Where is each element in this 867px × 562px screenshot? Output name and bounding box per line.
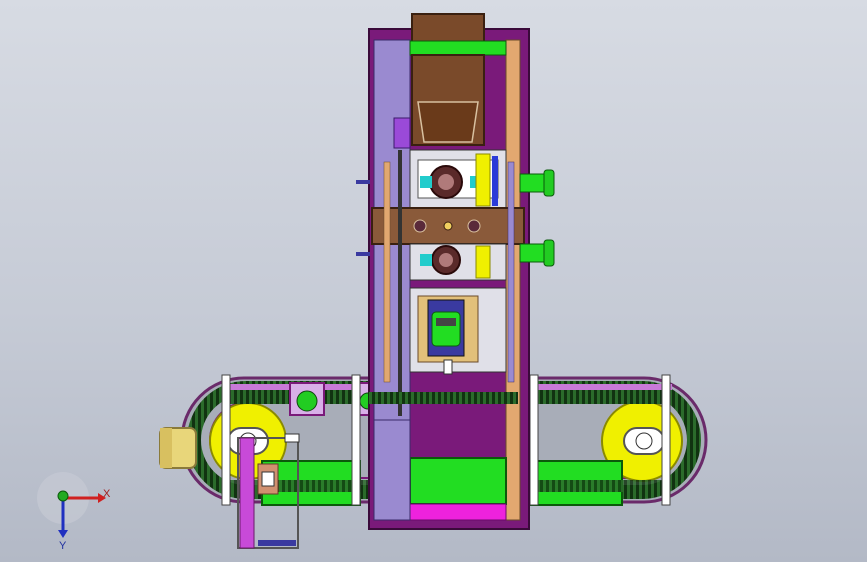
axis-triad-icon [37, 472, 106, 538]
slider-rail-pink [239, 437, 255, 549]
bolt-icon [443, 221, 453, 231]
green-gear-icon [431, 311, 461, 347]
fruit-cup-icon [296, 390, 318, 412]
tower-bottom-green [409, 457, 507, 505]
small-cylinder [393, 117, 411, 149]
hopper-chute [417, 101, 479, 143]
tower-bottom-pink [409, 503, 507, 521]
conveyor-front-chain [368, 392, 518, 404]
inner-rail [383, 161, 391, 383]
main-tower [356, 13, 555, 530]
tower-bottom-lavender [373, 419, 411, 521]
left-fitting-upper [356, 180, 370, 184]
bolt-icon [413, 219, 427, 233]
top-green-bar [409, 40, 507, 56]
lower-station [409, 243, 507, 281]
upper-green-motor [519, 169, 555, 197]
lower-green-motor [519, 239, 555, 267]
axis-y-label: Y [59, 540, 67, 552]
vertical-rod [398, 150, 402, 416]
center-module [409, 287, 507, 375]
upper-station [409, 149, 507, 209]
left-motor-flange [160, 428, 172, 468]
cad-viewport[interactable]: X Y [0, 0, 867, 562]
left-fitting-lower [356, 252, 370, 256]
left-motor [159, 427, 197, 469]
fruit-holder-1 [289, 382, 325, 416]
hopper-top [411, 13, 485, 43]
inner-rail-right [507, 161, 515, 383]
bolt-icon [467, 219, 481, 233]
axis-x-label: X [103, 488, 111, 500]
right-sprocket-hub [635, 432, 653, 450]
